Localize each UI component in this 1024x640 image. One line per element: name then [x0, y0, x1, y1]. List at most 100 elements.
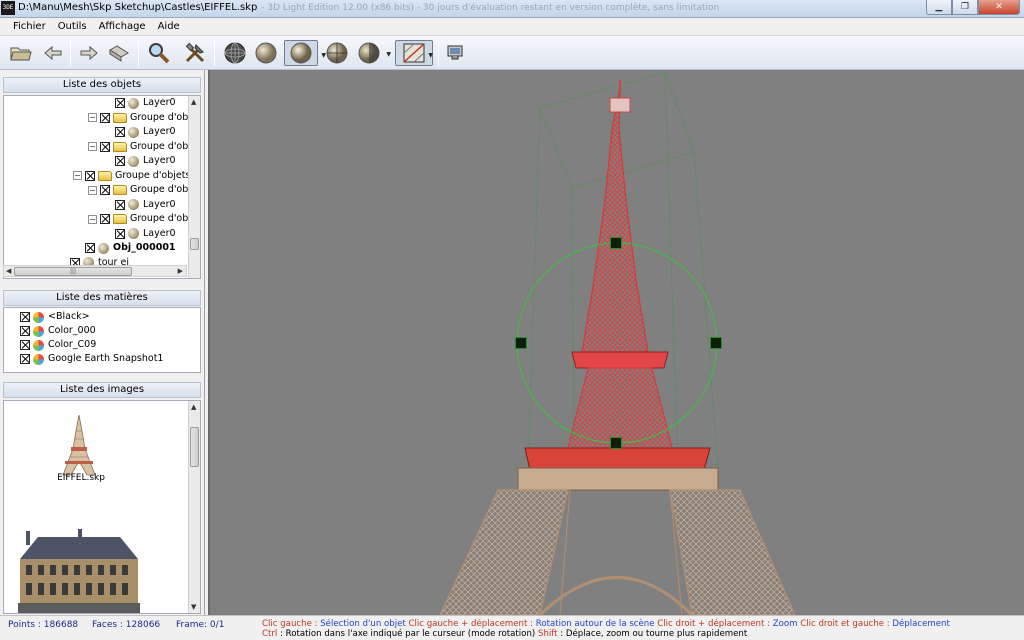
- tree-expander-icon[interactable]: −: [88, 142, 97, 151]
- tree-expander-icon[interactable]: −: [88, 113, 97, 122]
- tree-item[interactable]: Layer0: [115, 227, 176, 241]
- pan-button[interactable]: [106, 40, 132, 66]
- tree-item-label: Obj_000001: [113, 242, 176, 253]
- checkbox[interactable]: [100, 214, 110, 224]
- gizmo-handle-right[interactable]: [710, 337, 722, 349]
- status-hint-segment: Shift: [537, 629, 558, 639]
- tree-item[interactable]: Obj_000001: [85, 241, 176, 255]
- title-bar: 3DE D:\Manu\Mesh\Skp Sketchup\Castles\EI…: [0, 0, 1024, 18]
- menu-affichage[interactable]: Affichage: [93, 18, 152, 32]
- points-count: Points : 186688: [8, 620, 79, 630]
- checkbox[interactable]: [20, 312, 30, 322]
- folder-icon: [113, 141, 127, 152]
- tree-expander-icon[interactable]: −: [73, 171, 82, 180]
- minimize-button[interactable]: ▁: [926, 0, 952, 15]
- gizmo-handle-left[interactable]: [515, 337, 527, 349]
- checkbox[interactable]: [20, 326, 30, 336]
- objects-tree-scrollbar[interactable]: ▲: [188, 96, 200, 278]
- checkbox[interactable]: [85, 170, 95, 181]
- render-smooth-button[interactable]: ▼: [284, 40, 326, 66]
- tools-button[interactable]: [182, 40, 208, 66]
- checkbox[interactable]: [100, 112, 110, 123]
- checkbox[interactable]: [115, 199, 125, 210]
- materials-list[interactable]: <Black> Color_000 Color_C09 Google Earth…: [3, 307, 201, 373]
- tree-expander-icon[interactable]: −: [88, 185, 97, 195]
- maximize-button[interactable]: ❐: [952, 0, 978, 15]
- menu-bar: Fichier Outils Affichage Aide: [0, 18, 1024, 36]
- render-flat-button[interactable]: [253, 40, 279, 66]
- scrollbar-thumb[interactable]: [190, 427, 199, 467]
- status-hint-segment: Clic gauche :: [262, 619, 321, 629]
- list-item[interactable]: Google Earth Snapshot1: [20, 352, 163, 366]
- sphere-smooth-icon: [290, 42, 312, 64]
- tree-item[interactable]: −Groupe d'objets 14: [88, 111, 200, 125]
- checkbox[interactable]: [115, 156, 125, 166]
- tree-item[interactable]: Layer0: [115, 125, 176, 139]
- image-thumbnail-castle[interactable]: [18, 529, 140, 613]
- checkbox[interactable]: [20, 340, 30, 350]
- objects-tree-hscrollbar[interactable]: ◀ ||| ▶: [3, 265, 187, 277]
- gizmo-handle-bottom[interactable]: [610, 437, 622, 449]
- redo-icon: [80, 45, 98, 61]
- checkbox[interactable]: [100, 185, 110, 195]
- undo-button[interactable]: [40, 40, 66, 66]
- checkbox[interactable]: [115, 228, 125, 239]
- render-wireframe-button[interactable]: [222, 40, 248, 66]
- object-icon: [128, 97, 139, 109]
- objects-tree[interactable]: Layer0−Groupe d'objets 14Layer0−Groupe d…: [3, 95, 201, 279]
- checkbox[interactable]: [115, 98, 125, 108]
- list-item[interactable]: Color_C09: [20, 338, 96, 352]
- scroll-up-icon[interactable]: ▲: [191, 98, 196, 106]
- window-title: D:\Manu\Mesh\Skp Sketchup\Castles\EIFFEL…: [18, 2, 719, 13]
- tree-item[interactable]: Layer0: [115, 198, 176, 212]
- texture-mode-button[interactable]: ▼: [395, 40, 433, 66]
- images-panel-header: Liste des images: [3, 382, 201, 398]
- castle-thumbnail-icon: [18, 529, 140, 613]
- checkbox[interactable]: [100, 141, 110, 152]
- gizmo-handle-top[interactable]: [610, 237, 622, 249]
- screenshot-button[interactable]: [442, 40, 468, 66]
- frame-indicator: Frame: 0/1: [176, 620, 225, 630]
- menu-aide[interactable]: Aide: [152, 18, 186, 32]
- open-button[interactable]: [8, 40, 34, 66]
- tree-item[interactable]: −Groupe d'objets 14: [88, 183, 200, 197]
- tree-item[interactable]: Layer0: [115, 96, 176, 110]
- folder-icon: [113, 185, 127, 195]
- images-list-scrollbar[interactable]: ▲ ▼: [188, 401, 200, 613]
- checkbox[interactable]: [20, 354, 30, 364]
- status-hint-segment: Déplacement: [892, 619, 950, 629]
- list-item[interactable]: <Black>: [20, 310, 90, 324]
- close-button[interactable]: ✕: [978, 0, 1020, 15]
- tree-item[interactable]: Layer0: [115, 154, 176, 168]
- material-icon: [33, 353, 44, 365]
- status-bar: Points : 186688 Faces : 128066 Frame: 0/…: [0, 615, 1024, 640]
- scroll-down-icon[interactable]: ▼: [191, 603, 196, 611]
- tree-expander-icon[interactable]: −: [88, 214, 97, 224]
- checkbox[interactable]: [85, 243, 95, 253]
- scroll-right-icon[interactable]: ▶: [178, 267, 183, 275]
- zoom-button[interactable]: [146, 40, 172, 66]
- tree-item[interactable]: −Groupe d'objets 14: [88, 140, 200, 154]
- menu-fichier[interactable]: Fichier: [0, 18, 52, 32]
- window-title-path: D:\Manu\Mesh\Skp Sketchup\Castles\EIFFEL…: [18, 2, 258, 13]
- menu-outils[interactable]: Outils: [52, 18, 93, 32]
- scroll-left-icon[interactable]: ◀: [6, 267, 11, 275]
- object-icon: [128, 126, 139, 138]
- tree-item[interactable]: −Groupe d'objets 14: [88, 212, 200, 226]
- images-list[interactable]: EIFFEL.skp ▲ ▼: [3, 400, 201, 614]
- tree-item-label: Layer0: [143, 155, 176, 166]
- list-item[interactable]: Color_000: [20, 324, 96, 338]
- tree-item[interactable]: −Groupe d'objets 1413: [73, 169, 200, 183]
- status-hint-segment: : Rotation dans l'axe indiqué par le cur…: [277, 629, 538, 639]
- redo-button[interactable]: [76, 40, 102, 66]
- render-textured-button[interactable]: ▼: [356, 40, 391, 66]
- scroll-up-icon[interactable]: ▲: [191, 403, 196, 411]
- 3d-viewport[interactable]: [208, 70, 1024, 615]
- checkbox[interactable]: [115, 127, 125, 137]
- chevron-down-icon[interactable]: ▼: [386, 51, 391, 58]
- render-half-button[interactable]: [324, 40, 350, 66]
- tree-item-label: Layer0: [143, 97, 176, 108]
- chevron-down-icon[interactable]: ▼: [428, 52, 433, 59]
- scrollbar-thumb[interactable]: [190, 238, 199, 250]
- hscrollbar-thumb[interactable]: |||: [14, 267, 132, 276]
